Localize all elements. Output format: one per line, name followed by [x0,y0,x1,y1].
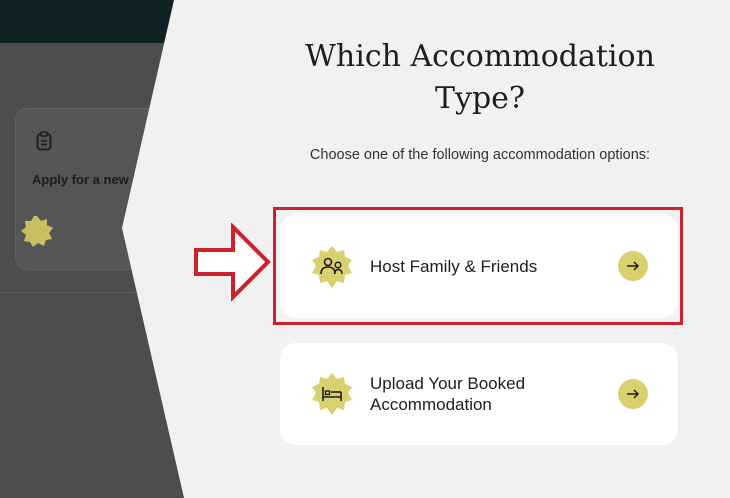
clipboard-icon [36,131,52,151]
highlight-box [273,207,683,325]
option-upload-booked[interactable]: Upload Your Booked Accommodation [280,343,678,445]
option-label: Upload Your Booked Accommodation [370,374,526,414]
star-badge-icon [20,215,54,249]
arrow-right-icon[interactable] [618,379,648,409]
page-subtitle: Choose one of the following accommodatio… [309,147,651,163]
page-title: Which Accommodation Type? [305,39,655,116]
pointer-arrow-icon [193,222,273,308]
bed-icon [310,372,354,416]
